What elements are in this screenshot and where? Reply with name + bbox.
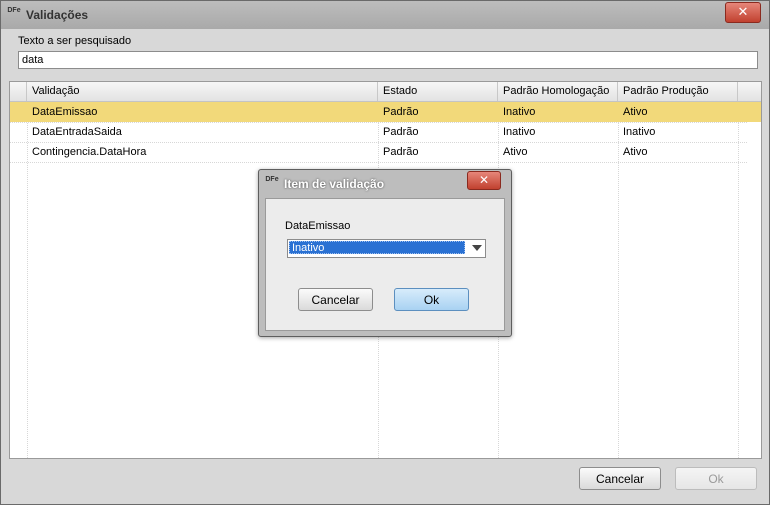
ok-button[interactable]: Ok <box>675 467 757 490</box>
cell-padrao-homologacao: Inativo <box>503 106 536 118</box>
table-row[interactable]: DataEntradaSaida Padrão Inativo Inativo <box>10 122 761 142</box>
table-header: Validação Estado Padrão Homologação Padr… <box>10 82 761 102</box>
close-icon: ✕ <box>737 4 749 19</box>
cell-padrao-producao: Ativo <box>623 146 648 158</box>
dfe-app-icon: DFe <box>265 176 279 192</box>
cancel-button[interactable]: Cancelar <box>579 467 661 490</box>
title-bar[interactable]: DFe Validações ✕ <box>1 1 769 29</box>
item-validacao-dialog: DFe Item de validação ✕ DataEmissao Inat… <box>258 169 512 337</box>
search-label: Texto a ser pesquisado <box>18 35 132 47</box>
cell-validacao: DataEmissao <box>32 106 98 118</box>
column-header-estado[interactable]: Estado <box>378 82 498 101</box>
cell-estado: Padrão <box>383 126 419 138</box>
search-input[interactable] <box>18 51 758 69</box>
state-select[interactable]: Inativo <box>287 239 486 258</box>
window-close-button[interactable]: ✕ <box>725 2 761 23</box>
cell-padrao-homologacao: Inativo <box>503 126 536 138</box>
cell-estado: Padrão <box>383 106 419 118</box>
header-filler <box>738 82 761 101</box>
dfe-app-icon: DFe <box>7 7 21 23</box>
cell-validacao: Contingencia.DataHora <box>32 146 147 158</box>
chevron-down-icon[interactable] <box>472 245 482 251</box>
dialog-ok-button[interactable]: Ok <box>394 288 469 311</box>
select-value: Inativo <box>289 241 465 254</box>
app-icon-text: DFe <box>7 7 21 14</box>
cell-padrao-producao: Ativo <box>623 106 648 118</box>
dialog-close-button[interactable]: ✕ <box>467 171 501 190</box>
dialog-title: Item de validação <box>284 177 385 191</box>
dialog-icon-text: DFe <box>265 176 279 183</box>
table-row[interactable]: DataEmissao Padrão Inativo Ativo <box>10 102 761 122</box>
dialog-cancel-button[interactable]: Cancelar <box>298 288 373 311</box>
table-row[interactable]: Contingencia.DataHora Padrão Ativo Ativo <box>10 142 761 162</box>
cell-padrao-homologacao: Ativo <box>503 146 528 158</box>
column-header-padrao-producao[interactable]: Padrão Produção <box>618 82 738 101</box>
cell-padrao-producao: Inativo <box>623 126 656 138</box>
column-header-validacao[interactable]: Validação <box>27 82 378 101</box>
dialog-body: DataEmissao Inativo Cancelar Ok <box>265 198 505 331</box>
header-row-indicator <box>10 82 27 101</box>
window-title: Validações <box>26 8 89 22</box>
field-label: DataEmissao <box>285 220 351 232</box>
cell-validacao: DataEntradaSaida <box>32 126 122 138</box>
grid-line <box>10 162 747 163</box>
cell-estado: Padrão <box>383 146 419 158</box>
close-icon: ✕ <box>478 173 490 187</box>
column-header-padrao-homologacao[interactable]: Padrão Homologação <box>498 82 618 101</box>
